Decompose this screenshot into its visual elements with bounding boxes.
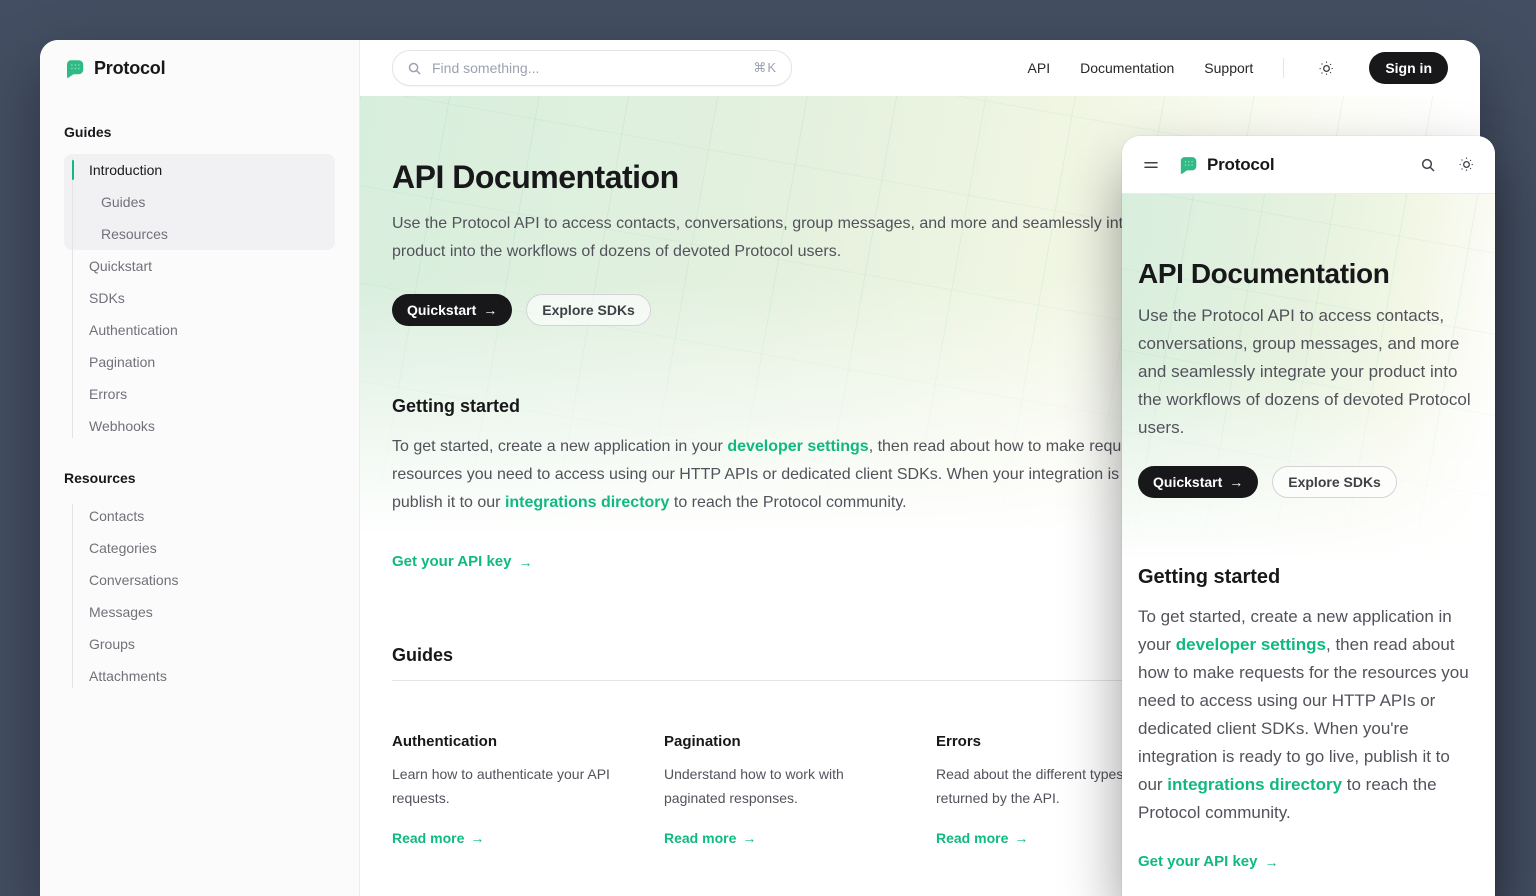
- read-more-link[interactable]: Read more →: [664, 830, 756, 846]
- sidebar-section-guides: Guides Introduction Guides Resources Qui…: [40, 124, 359, 442]
- search-icon: [407, 61, 422, 76]
- theme-toggle-sun-icon[interactable]: [1454, 152, 1479, 177]
- brand-logo[interactable]: Protocol: [40, 40, 359, 96]
- protocol-logo-icon: [64, 58, 85, 79]
- arrow-right-icon: →: [1014, 831, 1028, 845]
- nav-link-api[interactable]: API: [1028, 60, 1051, 76]
- getting-started-heading: Getting started: [1138, 566, 1479, 589]
- search-shortcut: ⌘K: [753, 60, 777, 76]
- arrow-right-icon: →: [483, 303, 497, 317]
- sidebar-item-errors[interactable]: Errors: [64, 378, 335, 410]
- sidebar-section-resources: Resources Contacts Categories Conversati…: [40, 470, 359, 692]
- top-header: ⌘K API Documentation Support Sign in: [360, 40, 1480, 96]
- developer-settings-link[interactable]: developer settings: [1176, 635, 1326, 654]
- quickstart-button[interactable]: Quickstart →: [1138, 466, 1258, 498]
- quickstart-button-label: Quickstart: [1153, 474, 1222, 490]
- sidebar-section-title: Resources: [64, 470, 335, 486]
- read-more-label: Read more: [936, 830, 1008, 846]
- sidebar-item-resources[interactable]: Resources: [64, 218, 335, 250]
- getting-started-body: To get started, create a new application…: [392, 433, 1242, 517]
- sidebar-item-guides[interactable]: Guides: [64, 186, 335, 218]
- read-more-link[interactable]: Read more →: [936, 830, 1028, 846]
- protocol-logo-icon: [1178, 155, 1198, 175]
- get-api-key-label: Get your API key: [1138, 853, 1258, 870]
- sidebar-item-webhooks[interactable]: Webhooks: [64, 410, 335, 442]
- sidebar-item-pagination[interactable]: Pagination: [64, 346, 335, 378]
- integrations-directory-link[interactable]: integrations directory: [505, 494, 669, 511]
- card-body: Understand how to work with paginated re…: [664, 762, 908, 810]
- sidebar-item-contacts[interactable]: Contacts: [64, 500, 335, 532]
- sidebar-item-conversations[interactable]: Conversations: [64, 564, 335, 596]
- sidebar-item-sdks[interactable]: SDKs: [64, 282, 335, 314]
- get-api-key-label: Get your API key: [392, 553, 512, 570]
- nav-link-support[interactable]: Support: [1204, 60, 1253, 76]
- search-input[interactable]: [432, 60, 743, 76]
- mobile-header: Protocol: [1122, 136, 1495, 194]
- active-indicator: [72, 160, 74, 180]
- read-more-link[interactable]: Read more →: [392, 830, 484, 846]
- sidebar-item-introduction[interactable]: Introduction: [64, 154, 335, 186]
- nav-link-documentation[interactable]: Documentation: [1080, 60, 1174, 76]
- arrow-right-icon: →: [742, 831, 756, 845]
- sidebar: Protocol Guides Introduction Guides Reso…: [40, 40, 360, 896]
- developer-settings-link[interactable]: developer settings: [727, 438, 868, 455]
- mobile-content: API Documentation Use the Protocol API t…: [1122, 194, 1495, 896]
- card-body: Learn how to authenticate your API reque…: [392, 762, 636, 810]
- explore-sdks-button[interactable]: Explore SDKs: [1272, 466, 1397, 498]
- body-text: to reach the Protocol community.: [669, 494, 906, 511]
- arrow-right-icon: →: [470, 831, 484, 845]
- quickstart-button[interactable]: Quickstart →: [392, 294, 512, 326]
- quickstart-button-label: Quickstart: [407, 302, 476, 318]
- search-bar[interactable]: ⌘K: [392, 50, 792, 86]
- sidebar-item-categories[interactable]: Categories: [64, 532, 335, 564]
- sidebar-item-quickstart[interactable]: Quickstart: [64, 250, 335, 282]
- sidebar-active-group: Introduction Guides Resources: [64, 154, 335, 250]
- body-text: To get started, create a new application…: [392, 438, 727, 455]
- header-divider: [1283, 58, 1284, 78]
- get-api-key-link[interactable]: Get your API key →: [1138, 853, 1279, 870]
- mobile-brand-logo[interactable]: Protocol: [1178, 155, 1274, 175]
- guide-card-authentication: Authentication Learn how to authenticate…: [392, 733, 636, 848]
- page-title: API Documentation: [1138, 258, 1479, 290]
- read-more-label: Read more: [664, 830, 736, 846]
- sidebar-item-attachments[interactable]: Attachments: [64, 660, 335, 692]
- explore-sdks-button[interactable]: Explore SDKs: [526, 294, 651, 326]
- sidebar-nav-list: Contacts Categories Conversations Messag…: [64, 500, 335, 692]
- integrations-directory-link[interactable]: integrations directory: [1167, 775, 1342, 794]
- read-more-label: Read more: [392, 830, 464, 846]
- get-api-key-link[interactable]: Get your API key →: [392, 553, 533, 570]
- getting-started-body: To get started, create a new application…: [1138, 603, 1479, 827]
- brand-name: Protocol: [94, 58, 165, 79]
- mobile-preview-panel: Protocol API Documentation Use the Proto…: [1122, 136, 1495, 896]
- card-title: Pagination: [664, 733, 908, 750]
- hamburger-menu-icon[interactable]: [1138, 152, 1164, 178]
- sidebar-section-title: Guides: [64, 124, 335, 140]
- arrow-right-icon: →: [519, 555, 533, 569]
- theme-toggle-sun-icon[interactable]: [1314, 56, 1339, 81]
- sidebar-item-groups[interactable]: Groups: [64, 628, 335, 660]
- search-icon[interactable]: [1416, 153, 1440, 177]
- arrow-right-icon: →: [1229, 475, 1243, 489]
- sign-in-button[interactable]: Sign in: [1369, 52, 1448, 84]
- sidebar-item-authentication[interactable]: Authentication: [64, 314, 335, 346]
- arrow-right-icon: →: [1265, 855, 1279, 869]
- sidebar-item-messages[interactable]: Messages: [64, 596, 335, 628]
- page-intro: Use the Protocol API to access contacts,…: [1138, 302, 1479, 442]
- guide-card-pagination: Pagination Understand how to work with p…: [664, 733, 908, 848]
- body-text: , then read about how to make requests f…: [1138, 635, 1469, 794]
- sidebar-nav-list: Introduction Guides Resources Quickstart…: [64, 154, 335, 442]
- brand-name: Protocol: [1207, 155, 1274, 175]
- hero-buttons: Quickstart → Explore SDKs: [1138, 466, 1479, 498]
- page-intro: Use the Protocol API to access contacts,…: [392, 210, 1242, 266]
- card-title: Authentication: [392, 733, 636, 750]
